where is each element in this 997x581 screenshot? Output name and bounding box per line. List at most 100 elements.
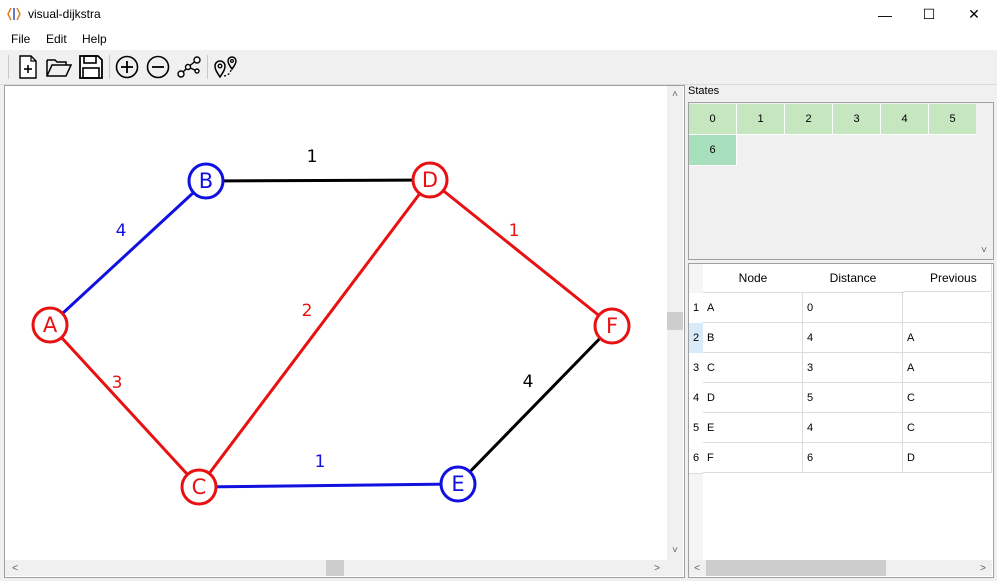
node-label-A: A	[43, 313, 58, 337]
table-cell-node[interactable]: D	[703, 383, 803, 413]
add-node-button[interactable]	[113, 53, 141, 81]
table-cell-node[interactable]: B	[703, 323, 803, 353]
table-cell-previous[interactable]	[903, 293, 992, 323]
table-horizontal-scrollbar[interactable]: < >	[689, 560, 992, 576]
new-file-button[interactable]	[14, 53, 42, 81]
states-scrollbar[interactable]: ˅	[976, 103, 992, 258]
row-number[interactable]: 5	[689, 413, 703, 444]
edge-C-D[interactable]	[197, 179, 432, 488]
table-cell-distance[interactable]: 3	[803, 353, 903, 383]
row-number[interactable]: 2	[689, 323, 703, 354]
toolbar-grip	[8, 55, 9, 79]
toolbar	[0, 51, 997, 85]
save-button[interactable]	[77, 53, 105, 81]
node-A[interactable]: A	[31, 306, 69, 344]
table-cell-node[interactable]: F	[703, 443, 803, 473]
node-label-B: B	[199, 169, 213, 193]
edge-C-E[interactable]	[198, 482, 459, 489]
remove-node-icon	[146, 55, 170, 79]
toolbar-separator	[207, 55, 208, 79]
save-icon	[79, 55, 103, 79]
row-number[interactable]: 1	[689, 293, 703, 324]
state-button-0[interactable]: 0	[689, 104, 737, 135]
toolbar-separator	[109, 55, 110, 79]
row-number[interactable]: 4	[689, 383, 703, 414]
table-cell-previous[interactable]: C	[903, 383, 992, 413]
node-label-D: D	[422, 168, 438, 192]
connect-nodes-button[interactable]	[175, 53, 203, 81]
scroll-left-arrow-icon[interactable]: <	[689, 560, 705, 576]
maximize-button[interactable]: ☐	[906, 0, 952, 29]
table-scroll-thumb[interactable]	[706, 560, 886, 576]
column-header-node[interactable]: Node	[703, 264, 804, 293]
row-number[interactable]: 6	[689, 443, 703, 474]
window-title: visual-dijkstra	[28, 7, 101, 21]
edge-weight-E-F: 4	[523, 372, 534, 392]
node-B[interactable]: B	[187, 162, 225, 200]
node-D[interactable]: D	[411, 161, 449, 199]
menu-file[interactable]: File	[11, 32, 30, 46]
canvas-horizontal-scrollbar[interactable]: < >	[5, 560, 667, 576]
open-folder-icon	[46, 59, 72, 77]
edge-weight-C-E: 1	[315, 452, 326, 472]
edge-weight-C-D: 2	[302, 301, 313, 321]
graph-icon	[177, 56, 201, 78]
find-path-button[interactable]	[212, 53, 240, 81]
row-number[interactable]: 3	[689, 353, 703, 384]
edge-D-F[interactable]	[429, 178, 613, 328]
minimize-button[interactable]: —	[862, 0, 908, 29]
node-label-F: F	[606, 314, 618, 338]
edge-B-D[interactable]	[205, 178, 431, 183]
graph-canvas[interactable]: 4 1 3 2 1 1 4 A B C D E F	[5, 86, 667, 560]
state-button-6[interactable]: 6	[689, 135, 737, 166]
scroll-right-arrow-icon[interactable]: >	[649, 560, 665, 576]
title-bar: visual-dijkstra — ☐ ✕	[0, 0, 997, 29]
node-E[interactable]: E	[439, 465, 477, 503]
state-button-4[interactable]: 4	[881, 104, 929, 135]
table-cell-distance[interactable]: 6	[803, 443, 903, 473]
edge-A-B[interactable]	[48, 179, 208, 327]
table-cell-distance[interactable]: 0	[803, 293, 903, 323]
menu-bar: File Edit Help	[0, 29, 997, 50]
table-cell-node[interactable]: A	[703, 293, 803, 323]
remove-node-button[interactable]	[144, 53, 172, 81]
table-cell-previous[interactable]: D	[903, 443, 992, 473]
scroll-down-arrow-icon[interactable]: ˅	[667, 542, 683, 558]
scroll-left-arrow-icon[interactable]: <	[7, 560, 23, 576]
state-button-5[interactable]: 5	[929, 104, 977, 135]
column-header-distance[interactable]: Distance	[803, 264, 904, 293]
table-cell-node[interactable]: C	[703, 353, 803, 383]
menu-help[interactable]: Help	[82, 32, 107, 46]
close-button[interactable]: ✕	[951, 0, 997, 29]
scroll-right-arrow-icon[interactable]: >	[975, 560, 991, 576]
node-F[interactable]: F	[593, 307, 631, 345]
table-cell-previous[interactable]: C	[903, 413, 992, 443]
state-button-2[interactable]: 2	[785, 104, 833, 135]
scroll-up-arrow-icon[interactable]: ˄	[667, 86, 683, 102]
table-cell-node[interactable]: E	[703, 413, 803, 443]
node-label-E: E	[451, 472, 464, 496]
column-header-previous[interactable]: Previous	[903, 264, 992, 292]
state-button-1[interactable]: 1	[737, 104, 785, 135]
table-cell-previous[interactable]: A	[903, 353, 992, 383]
add-node-icon	[115, 55, 139, 79]
table-cell-distance[interactable]: 5	[803, 383, 903, 413]
table-cell-distance[interactable]: 4	[803, 413, 903, 443]
new-file-icon	[19, 55, 37, 79]
node-label-C: C	[192, 475, 207, 499]
edge-A-C[interactable]	[48, 323, 201, 489]
scroll-down-arrow-icon[interactable]: ˅	[976, 242, 992, 258]
vertical-scroll-thumb[interactable]	[667, 312, 683, 330]
node-C[interactable]: C	[180, 468, 218, 506]
state-button-3[interactable]: 3	[833, 104, 881, 135]
edge-weight-D-F: 1	[509, 221, 520, 241]
horizontal-scroll-thumb[interactable]	[326, 560, 344, 576]
table-cell-distance[interactable]: 4	[803, 323, 903, 353]
edge-weight-A-C: 3	[112, 373, 123, 393]
edge-E-F[interactable]	[456, 324, 614, 486]
menu-edit[interactable]: Edit	[46, 32, 67, 46]
open-button[interactable]	[45, 53, 73, 81]
canvas-vertical-scrollbar[interactable]: ˄ ˅	[667, 86, 683, 560]
table-cell-previous[interactable]: A	[903, 323, 992, 353]
edge-weight-A-B: 4	[116, 221, 127, 241]
